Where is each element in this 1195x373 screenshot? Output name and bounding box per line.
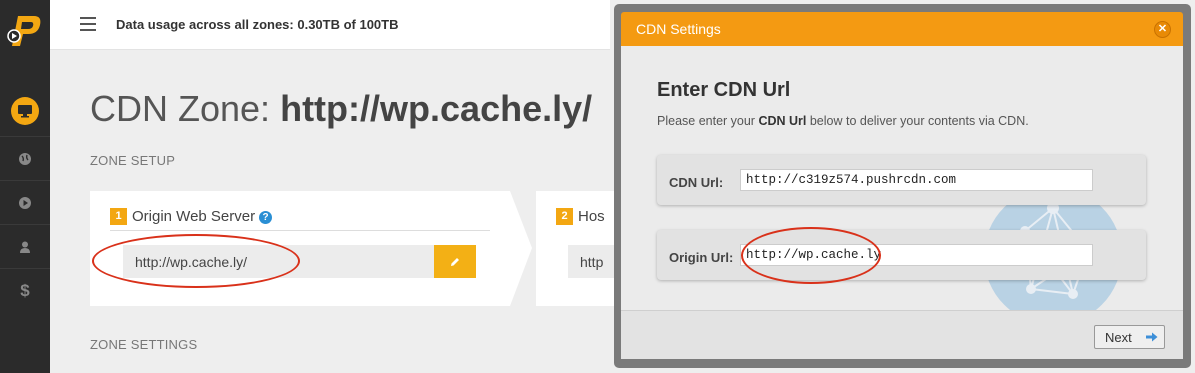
sidebar-item-media[interactable] — [0, 180, 50, 224]
desc-prefix: Please enter your — [657, 114, 759, 128]
sidebar: $ — [0, 0, 50, 373]
page-title: CDN Zone: http://wp.cache.ly/ — [90, 88, 592, 130]
desc-suffix: below to deliver your contents via CDN. — [806, 114, 1029, 128]
annotation-ellipse — [92, 234, 300, 288]
step-number-2: 2 — [556, 208, 573, 225]
cdn-url-input[interactable]: http://c319z574.pushrcdn.com — [740, 169, 1093, 191]
hostname-input[interactable]: http — [568, 245, 616, 278]
user-icon — [17, 239, 33, 255]
data-usage-text: Data usage across all zones: 0.30TB of 1… — [116, 17, 399, 32]
dialog-description: Please enter your CDN Url below to deliv… — [657, 114, 1029, 128]
top-bar: Data usage across all zones: 0.30TB of 1… — [50, 0, 610, 50]
dialog-title: CDN Settings — [636, 21, 721, 37]
zone-settings-label: ZONE SETTINGS — [90, 337, 198, 352]
dollar-icon: $ — [20, 280, 30, 300]
globe-icon — [17, 151, 33, 167]
zone-setup-label: ZONE SETUP — [90, 153, 176, 168]
close-icon[interactable]: ✕ — [1154, 21, 1171, 38]
sidebar-item-billing[interactable]: $ — [0, 268, 50, 312]
help-icon[interactable]: ? — [259, 211, 273, 224]
origin-url-label: Origin Url: — [669, 250, 734, 265]
sidebar-item-zones[interactable] — [0, 136, 50, 180]
desc-bold: CDN Url — [758, 114, 807, 128]
cdn-url-label: CDN Url: — [669, 175, 724, 190]
hamburger-menu-icon[interactable] — [80, 17, 96, 31]
logo-icon[interactable] — [6, 12, 44, 52]
step-number-1: 1 — [110, 208, 127, 225]
sidebar-item-account[interactable] — [0, 224, 50, 268]
annotation-ellipse-dialog — [741, 227, 881, 284]
next-button[interactable]: Next — [1094, 325, 1165, 349]
page-title-prefix: CDN Zone: — [90, 88, 271, 129]
dialog-heading: Enter CDN Url — [657, 79, 791, 101]
step-title-origin: Origin Web Server? — [132, 208, 273, 225]
edit-origin-button[interactable] — [434, 245, 476, 278]
step-title-hostname: Hos — [578, 208, 605, 225]
play-icon — [17, 195, 33, 211]
sidebar-item-dashboard[interactable] — [0, 89, 50, 133]
page-title-zone: http://wp.cache.ly/ — [280, 88, 593, 129]
pencil-icon — [451, 257, 459, 266]
step-divider — [110, 230, 490, 231]
next-button-label: Next — [1105, 329, 1132, 345]
step-title-origin-text: Origin Web Server — [132, 208, 256, 225]
arrow-right-icon — [1146, 332, 1158, 342]
card-arrow — [510, 191, 532, 306]
monitor-icon — [11, 97, 39, 125]
